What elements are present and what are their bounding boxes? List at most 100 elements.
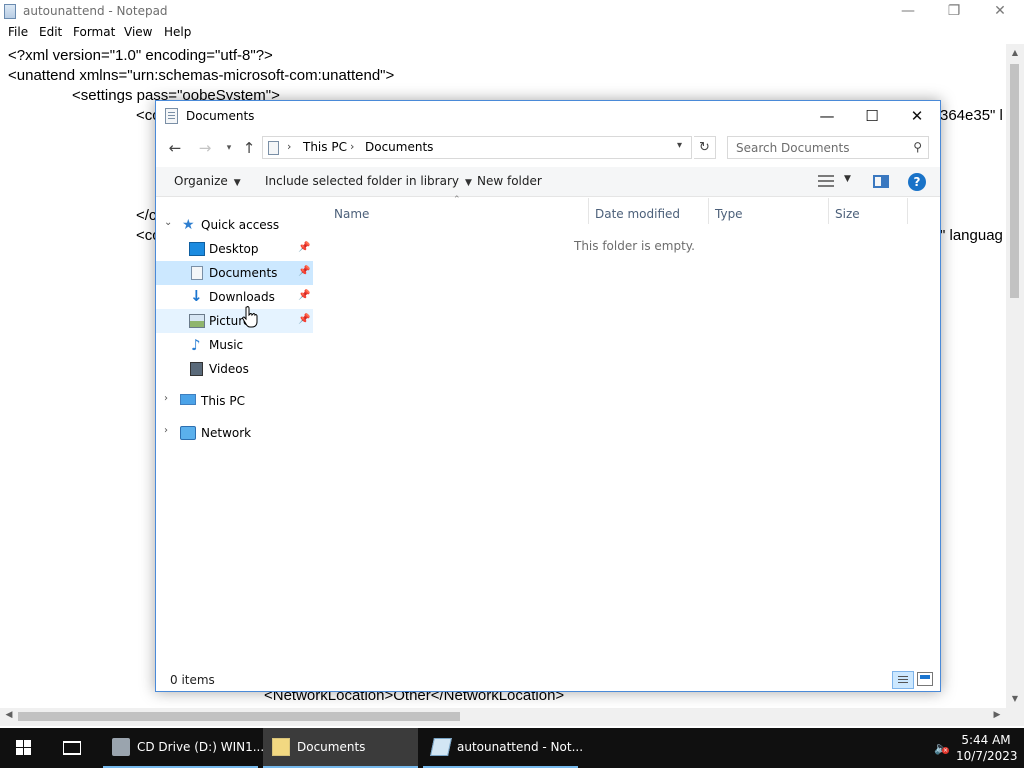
volume-muted-icon[interactable]: 🔈× (934, 741, 949, 755)
forward-arrow-icon[interactable]: → (194, 137, 216, 159)
taskbar: CD Drive (D:) WIN1... Documents autounat… (0, 728, 1024, 768)
cd-drive-icon (112, 738, 130, 756)
sort-ascending-icon: ⌃ (453, 195, 461, 205)
notepad-app-icon (4, 4, 16, 19)
nav-music[interactable]: ♪ Music (156, 333, 313, 357)
command-bar: Organize ▼ Include selected folder in lib… (156, 167, 940, 197)
address-row: ← → ▾ ↑ › This PC › Documents ▾ ↻ Search… (156, 133, 940, 163)
nav-quick-access[interactable]: ⌄ ★ Quick access (156, 213, 313, 237)
nav-label: This PC (201, 394, 245, 408)
nav-this-pc[interactable]: › This PC (156, 389, 313, 413)
nav-label: Network (201, 426, 252, 440)
column-divider[interactable] (588, 198, 589, 224)
column-divider[interactable] (828, 198, 829, 224)
nav-label: Downloads (209, 290, 275, 304)
preview-pane-icon[interactable] (873, 175, 889, 188)
column-divider[interactable] (708, 198, 709, 224)
nav-label: Music (209, 338, 244, 352)
dialog-minimize-button[interactable]: — (804, 101, 850, 131)
notepad-horizontal-scrollbar[interactable]: ◀ ▶ (0, 708, 1006, 726)
column-header-size[interactable]: Size (835, 207, 860, 221)
computer-icon (180, 394, 196, 405)
dropdown-caret-icon: ▼ (464, 178, 472, 188)
back-arrow-icon[interactable]: ← (164, 137, 186, 159)
search-icon: ⚲ (913, 140, 922, 154)
search-box[interactable]: Search Documents ⚲ (727, 136, 929, 159)
up-arrow-icon[interactable]: ↑ (238, 137, 260, 159)
column-divider[interactable] (907, 198, 908, 224)
help-icon[interactable]: ? (908, 173, 926, 191)
expand-chevron-icon[interactable]: › (164, 393, 168, 404)
notepad-vertical-scrollbar[interactable]: ▲ ▼ (1006, 44, 1024, 708)
documents-dialog: Documents — ☐ ✕ ← → ▾ ↑ › This PC › Docu… (155, 100, 941, 692)
new-folder-button[interactable]: New folder (477, 174, 542, 188)
nav-videos[interactable]: Videos (156, 357, 313, 381)
dropdown-caret-icon: ▼ (233, 178, 241, 188)
windows-logo-icon (16, 740, 32, 756)
taskbar-item-notepad[interactable]: autounattend - Not... (423, 728, 583, 768)
scroll-right-arrow-icon[interactable]: ▶ (988, 710, 1006, 720)
expand-chevron-icon[interactable]: › (164, 425, 168, 436)
status-bar: 0 items (156, 669, 940, 691)
clock-date: 10/7/2023 (956, 749, 1018, 763)
folder-icon (272, 738, 290, 756)
taskbar-item-cd-drive[interactable]: CD Drive (D:) WIN1... (103, 728, 264, 768)
nav-downloads[interactable]: ↓ Downloads 📌 (156, 285, 313, 309)
address-dropdown-icon[interactable]: ▾ (677, 140, 682, 151)
dialog-titlebar[interactable]: Documents — ☐ ✕ (156, 101, 940, 131)
task-view-icon (63, 741, 81, 755)
large-icons-view-icon[interactable] (917, 672, 933, 686)
documents-icon (191, 266, 203, 280)
scroll-up-arrow-icon[interactable]: ▲ (1006, 48, 1024, 57)
organize-button[interactable]: Organize ▼ (174, 174, 241, 188)
address-bar[interactable]: › This PC › Documents ▾ (262, 136, 692, 159)
download-arrow-icon: ↓ (190, 287, 203, 305)
navigation-pane[interactable]: ⌄ ★ Quick access Desktop 📌 Documents 📌 ↓… (156, 198, 316, 673)
pin-icon: 📌 (298, 242, 311, 253)
file-list-pane[interactable]: ⌃ Name Date modified Type Size This fold… (316, 195, 940, 673)
refresh-icon[interactable]: ↻ (694, 136, 716, 159)
nav-documents[interactable]: Documents 📌 (156, 261, 313, 285)
column-header-name[interactable]: Name (334, 207, 369, 221)
collapse-chevron-icon[interactable]: ⌄ (164, 217, 172, 228)
breadcrumb-chevron-icon[interactable]: › (287, 140, 291, 153)
start-button[interactable] (0, 728, 48, 768)
dropdown-caret-icon: ▼ (844, 174, 851, 184)
menu-help[interactable]: Help (164, 25, 191, 39)
breadcrumb-this-pc[interactable]: This PC (303, 140, 347, 154)
pin-icon: 📌 (298, 314, 311, 325)
taskbar-item-label: autounattend - Not... (457, 740, 584, 754)
editor-line: <?xml version="1.0" encoding="utf-8"?> (8, 47, 273, 64)
include-in-library-button[interactable]: Include selected folder in library ▼ (265, 174, 472, 188)
menu-edit[interactable]: Edit (39, 25, 62, 39)
nav-desktop[interactable]: Desktop 📌 (156, 237, 313, 261)
notepad-restore-button[interactable]: ❐ (931, 0, 977, 23)
nav-network[interactable]: › Network (156, 421, 313, 445)
task-view-button[interactable] (48, 728, 96, 768)
scroll-down-arrow-icon[interactable]: ▼ (1006, 694, 1024, 703)
details-view-icon[interactable] (892, 671, 914, 689)
dialog-maximize-button[interactable]: ☐ (849, 101, 895, 131)
menu-view[interactable]: View (124, 25, 152, 39)
change-view-button[interactable]: ▼ (818, 173, 858, 191)
nav-pictures[interactable]: Pictures 📌 (156, 309, 313, 333)
notepad-minimize-button[interactable]: — (885, 0, 931, 23)
column-header-date-modified[interactable]: Date modified (595, 207, 680, 221)
pin-icon: 📌 (298, 290, 311, 301)
column-header-type[interactable]: Type (715, 207, 743, 221)
notepad-close-button[interactable]: ✕ (977, 0, 1023, 23)
recent-locations-chevron-icon[interactable]: ▾ (218, 137, 240, 159)
scroll-left-arrow-icon[interactable]: ◀ (0, 710, 18, 720)
menu-format[interactable]: Format (73, 25, 115, 39)
system-clock[interactable]: 5:44 AM 10/7/2023 (956, 732, 1018, 764)
editor-line: </c (136, 207, 157, 224)
notepad-titlebar[interactable]: autounattend - Notepad — ❐ ✕ (0, 0, 1024, 23)
menu-file[interactable]: File (8, 25, 28, 39)
dialog-close-button[interactable]: ✕ (894, 101, 940, 131)
empty-folder-message: This folder is empty. (574, 239, 695, 253)
vertical-scroll-thumb[interactable] (1010, 64, 1019, 298)
taskbar-item-documents[interactable]: Documents (263, 728, 418, 768)
horizontal-scroll-thumb[interactable] (18, 712, 460, 721)
breadcrumb-chevron-icon[interactable]: › (350, 140, 354, 153)
breadcrumb-documents[interactable]: Documents (365, 140, 433, 154)
